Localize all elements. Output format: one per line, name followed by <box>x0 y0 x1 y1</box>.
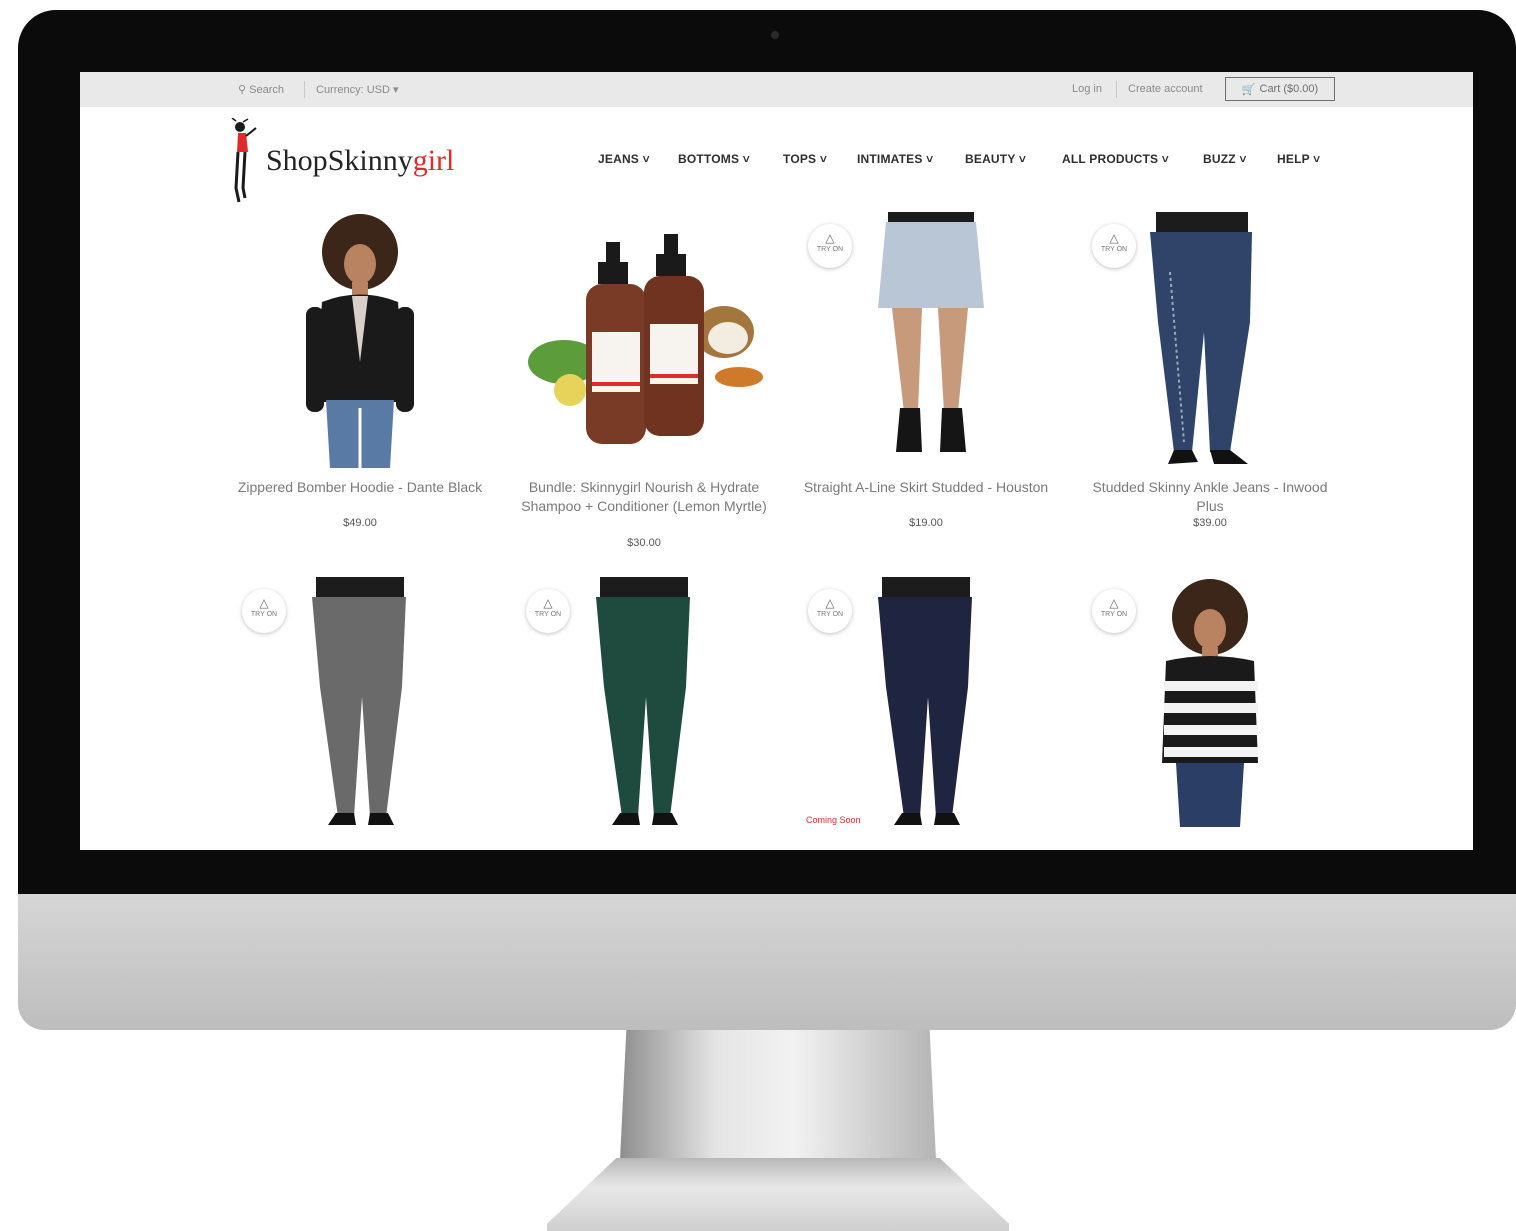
chevron-down-icon: ˅ <box>742 152 750 166</box>
nav-all-products[interactable]: ALL PRODUCTS ˅ <box>1062 152 1169 166</box>
try-on-badge[interactable]: △ TRY ON <box>1092 589 1136 633</box>
product-price: $39.00 <box>1193 517 1227 529</box>
currency-selector[interactable]: Currency: USD ▾ <box>316 83 399 96</box>
chevron-down-icon: ˅ <box>1018 152 1027 166</box>
search-label: Search <box>249 84 284 96</box>
search-link[interactable]: ⚲ Search <box>238 83 284 96</box>
hanger-icon: △ <box>543 596 553 610</box>
nav-help[interactable]: HELP ˅ <box>1277 152 1320 166</box>
divider <box>1116 81 1117 98</box>
camera-icon <box>771 31 779 39</box>
product-title[interactable]: Zippered Bomber Hoodie - Dante Black <box>230 478 490 497</box>
nav-intimates[interactable]: INTIMATES ˅ <box>857 152 933 166</box>
utility-bar: ⚲ Search Currency: USD ▾ Log in Create a… <box>80 72 1473 107</box>
product-card[interactable]: △ TRY ON <box>514 577 774 850</box>
product-card[interactable]: Zippered Bomber Hoodie - Dante Black $49… <box>230 212 490 542</box>
currency-label: Currency: USD <box>316 84 390 96</box>
try-on-badge[interactable]: △ TRY ON <box>526 589 570 633</box>
nav-beauty[interactable]: BEAUTY ˅ <box>965 152 1026 166</box>
chevron-down-icon: ˅ <box>1161 152 1169 166</box>
cart-icon: 🛒 <box>1241 83 1256 96</box>
product-card[interactable]: △ TRY ON Coming Soon <box>796 577 1056 850</box>
try-on-badge[interactable]: △ TRY ON <box>1092 224 1136 268</box>
site-logo[interactable]: ShopSkinnygirl <box>230 118 470 203</box>
nav-tops[interactable]: TOPS ˅ <box>783 152 827 166</box>
monitor-stand-base <box>547 1158 1009 1231</box>
try-on-badge[interactable]: △ TRY ON <box>808 589 852 633</box>
product-card[interactable]: △ TRY ON Straight A-Line Skirt Studded -… <box>796 212 1056 542</box>
login-link[interactable]: Log in <box>1072 83 1102 95</box>
divider <box>304 81 305 98</box>
product-title[interactable]: Bundle: Skinnygirl Nourish & Hydrate Sha… <box>514 478 774 516</box>
nav-bottoms[interactable]: BOTTOMS ˅ <box>678 152 750 166</box>
chevron-down-icon: ▾ <box>393 84 399 96</box>
product-image <box>306 214 414 468</box>
nav-buzz[interactable]: BUZZ ˅ <box>1203 152 1247 166</box>
monitor-chin <box>18 894 1516 1030</box>
create-account-link[interactable]: Create account <box>1128 83 1203 95</box>
product-title[interactable]: Studded Skinny Ankle Jeans - Inwood Plus <box>1080 478 1340 516</box>
product-card[interactable]: △ TRY ON Studded Skinny Ankle Jeans - In… <box>1080 212 1340 542</box>
product-card[interactable]: △ TRY ON <box>1080 577 1340 850</box>
chevron-down-icon: ˅ <box>1313 152 1321 166</box>
product-price: $30.00 <box>627 537 661 549</box>
product-image <box>528 234 763 444</box>
browser-screen: ⚲ Search Currency: USD ▾ Log in Create a… <box>80 72 1473 850</box>
try-on-badge[interactable]: △ TRY ON <box>242 589 286 633</box>
logo-wordmark: ShopSkinnygirl <box>266 144 455 177</box>
hanger-icon: △ <box>825 596 835 610</box>
chevron-down-icon: ˅ <box>1239 152 1247 166</box>
chevron-down-icon: ˅ <box>642 152 650 166</box>
product-title[interactable]: Straight A-Line Skirt Studded - Houston <box>796 478 1056 497</box>
nav-jeans[interactable]: JEANS ˅ <box>598 152 650 166</box>
product-card[interactable]: △ TRY ON <box>230 577 490 850</box>
skinnygirl-figure-icon <box>231 118 257 203</box>
product-price: $49.00 <box>343 517 377 529</box>
hanger-icon: △ <box>1109 231 1119 245</box>
search-icon: ⚲ <box>238 84 247 96</box>
product-card[interactable]: Bundle: Skinnygirl Nourish & Hydrate Sha… <box>514 212 774 552</box>
hanger-icon: △ <box>825 231 835 245</box>
cart-button[interactable]: 🛒 Cart ($0.00) <box>1225 77 1335 101</box>
hanger-icon: △ <box>1109 596 1119 610</box>
coming-soon-label: Coming Soon <box>806 815 861 825</box>
cart-label: Cart ($0.00) <box>1259 83 1319 95</box>
monitor-stand <box>620 1030 936 1160</box>
hanger-icon: △ <box>259 596 269 610</box>
product-price: $19.00 <box>909 517 943 529</box>
try-on-badge[interactable]: △ TRY ON <box>808 224 852 268</box>
chevron-down-icon: ˅ <box>819 152 828 166</box>
chevron-down-icon: ˅ <box>926 152 934 166</box>
